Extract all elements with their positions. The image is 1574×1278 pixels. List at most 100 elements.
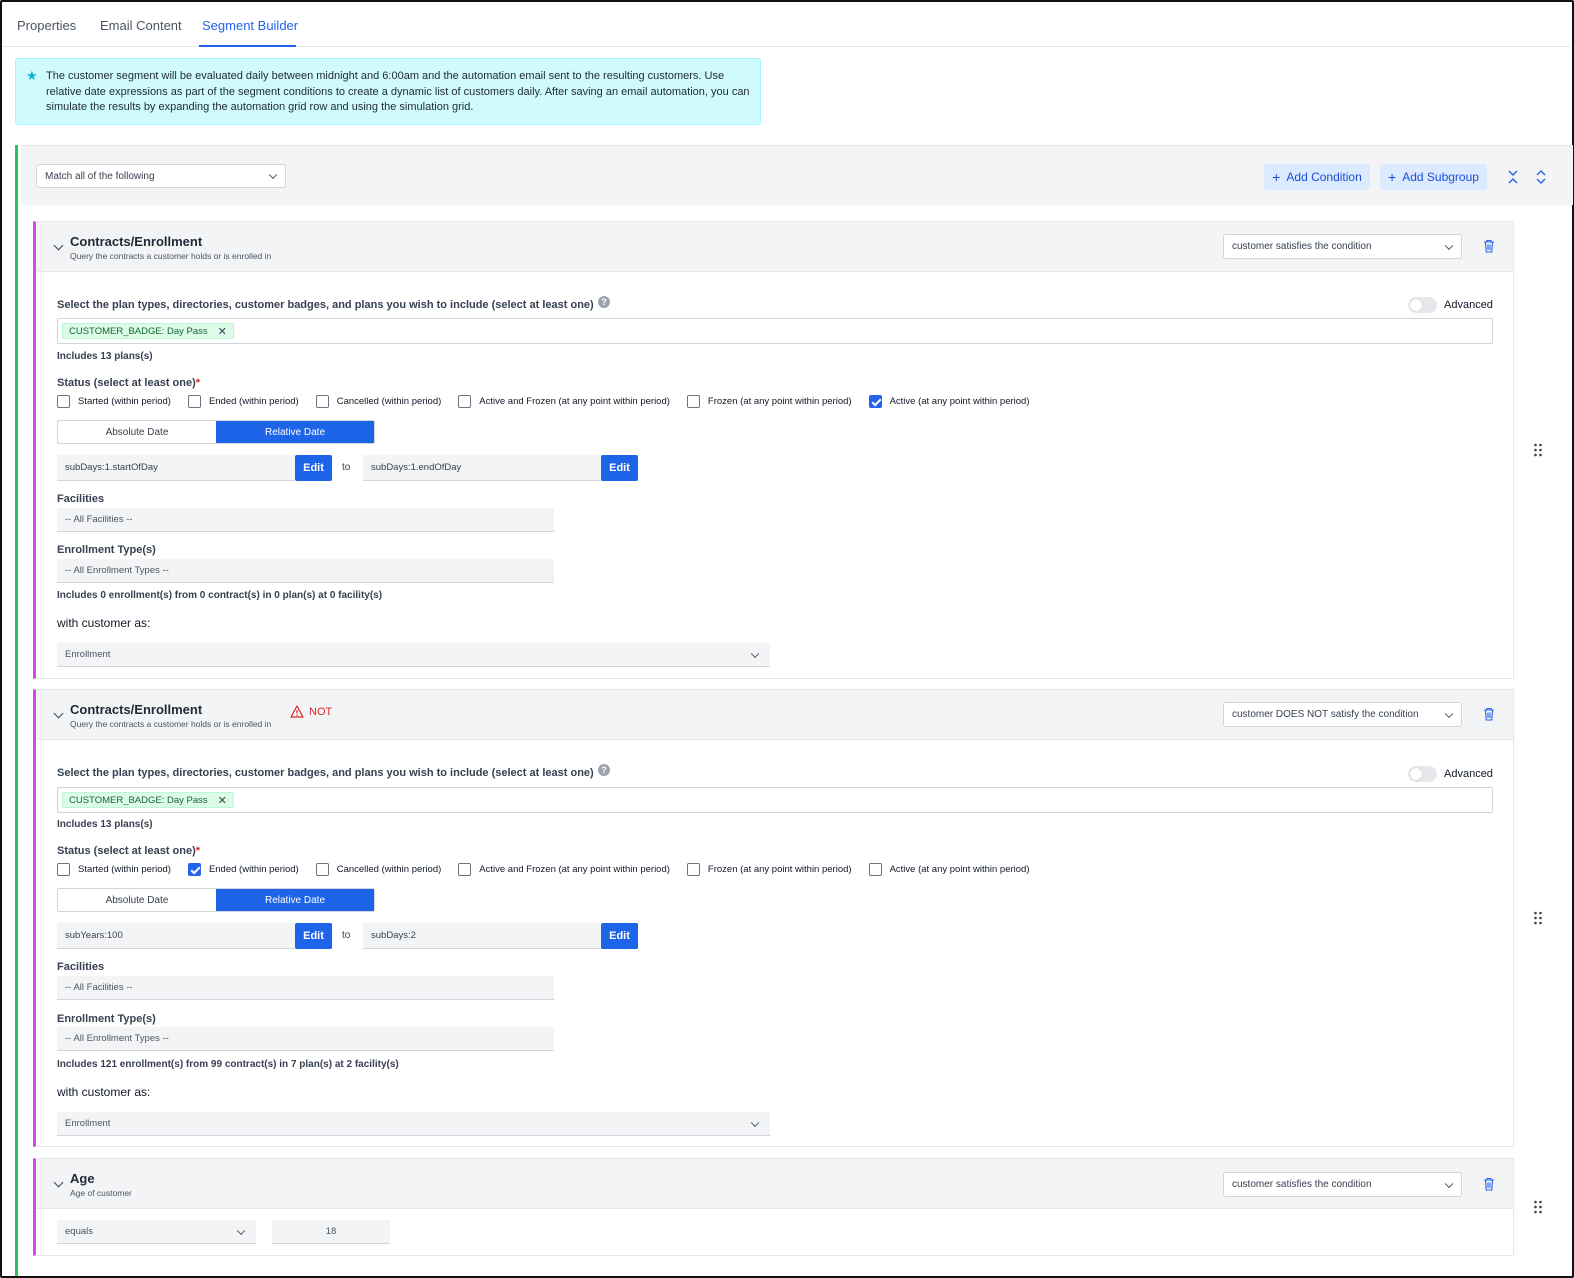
tab-segment-builder[interactable]: Segment Builder <box>202 18 298 33</box>
plan-select-label: Select the plan types, directories, cust… <box>57 767 594 779</box>
condition-card-contracts: Contracts/Enrollment Query the contracts… <box>33 221 1514 679</box>
required-mark: * <box>195 377 201 389</box>
enrollment-types-select[interactable]: -- All Enrollment Types -- <box>57 1027 554 1051</box>
status-label: Status (select at least one)* <box>57 845 200 857</box>
facilities-select[interactable]: -- All Facilities -- <box>57 976 554 1000</box>
chevron-down-icon <box>750 649 760 658</box>
edit-date-to-button[interactable]: Edit <box>601 923 638 949</box>
chevron-down-icon[interactable] <box>53 1177 64 1188</box>
status-started-checkbox[interactable]: Started (within period) <box>57 394 171 408</box>
edit-date-from-button[interactable]: Edit <box>295 455 332 481</box>
plan-tag-input[interactable]: CUSTOMER_BADGE: Day Pass ✕ <box>57 787 1493 813</box>
tab-bar: Properties Email Content Segment Builder <box>2 2 1570 47</box>
status-ended-checkbox[interactable]: Ended (within period) <box>187 862 299 876</box>
date-from-input[interactable]: subYears:100 <box>57 923 295 949</box>
customer-as-select[interactable]: Enrollment <box>57 643 770 667</box>
date-to-input[interactable]: subDays:1.endOfDay <box>363 455 601 481</box>
facilities-select[interactable]: -- All Facilities -- <box>57 508 554 532</box>
advanced-toggle[interactable] <box>1408 766 1437 782</box>
plans-count: Includes 13 plans(s) <box>57 351 153 362</box>
status-frozen-checkbox[interactable]: Frozen (at any point within period) <box>686 862 852 876</box>
plan-tag-label: CUSTOMER_BADGE: Day Pass <box>69 325 208 337</box>
warning-triangle-icon <box>290 705 304 718</box>
condition-mode-select[interactable]: customer satisfies the condition <box>1223 1172 1462 1197</box>
absolute-date-option[interactable]: Absolute Date <box>58 421 216 443</box>
status-frozen-checkbox[interactable]: Frozen (at any point within period) <box>686 394 852 408</box>
condition-title: Contracts/Enrollment <box>70 702 203 717</box>
condition-mode-select[interactable]: customer DOES NOT satisfy the condition <box>1223 702 1462 727</box>
status-cancelled-checkbox[interactable]: Cancelled (within period) <box>315 862 441 876</box>
relative-date-option[interactable]: Relative Date <box>216 421 374 443</box>
status-active-checkbox[interactable]: Active (at any point within period) <box>868 394 1030 408</box>
age-operator-value: equals <box>65 1226 93 1237</box>
trash-icon[interactable] <box>1483 707 1495 721</box>
tab-email-content[interactable]: Email Content <box>100 18 182 33</box>
trash-icon[interactable] <box>1483 1177 1495 1191</box>
not-label: NOT <box>309 705 333 718</box>
status-label-text: Status (select at least one) <box>57 377 196 389</box>
customer-as-value: Enrollment <box>65 649 111 660</box>
age-value-input[interactable]: 18 <box>272 1220 390 1244</box>
status-label: Status (select at least one)* <box>57 377 200 389</box>
enrollment-types-select[interactable]: -- All Enrollment Types -- <box>57 559 554 583</box>
edit-date-to-button[interactable]: Edit <box>601 455 638 481</box>
add-condition-button[interactable]: + Add Condition <box>1264 164 1370 190</box>
advanced-toggle[interactable] <box>1408 297 1437 313</box>
match-select[interactable]: Match all of the following <box>36 164 286 188</box>
help-icon[interactable]: ? <box>598 296 610 308</box>
collapse-all-icon[interactable] <box>1505 168 1521 186</box>
condition-subtitle: Age of customer <box>70 1188 132 1198</box>
date-to-input[interactable]: subDays:2 <box>363 923 601 949</box>
banner-text: The customer segment will be evaluated d… <box>46 70 750 113</box>
absolute-date-option[interactable]: Absolute Date <box>58 889 216 911</box>
enrollment-summary: Includes 121 enrollment(s) from 99 contr… <box>57 1059 399 1070</box>
info-banner: ★ The customer segment will be evaluated… <box>15 58 761 125</box>
plan-select-label: Select the plan types, directories, cust… <box>57 299 594 311</box>
tab-properties[interactable]: Properties <box>17 18 76 33</box>
condition-mode-select[interactable]: customer satisfies the condition <box>1223 234 1462 259</box>
status-started-checkbox[interactable]: Started (within period) <box>57 862 171 876</box>
condition-mode-value: customer DOES NOT satisfy the condition <box>1232 709 1419 720</box>
chevron-down-icon <box>1444 1179 1454 1188</box>
status-cancelled-checkbox[interactable]: Cancelled (within period) <box>315 394 441 408</box>
remove-tag-icon[interactable]: ✕ <box>218 325 227 338</box>
status-active-frozen-checkbox[interactable]: Active and Frozen (at any point within p… <box>458 394 670 408</box>
required-mark: * <box>195 845 201 857</box>
date-mode-toggle: Absolute Date Relative Date <box>57 888 375 912</box>
status-active-checkbox[interactable]: Active (at any point within period) <box>868 862 1030 876</box>
with-customer-as-label: with customer as: <box>57 1085 151 1099</box>
drag-handle-icon[interactable] <box>1533 1200 1543 1214</box>
status-ended-checkbox[interactable]: Ended (within period) <box>187 394 299 408</box>
with-customer-as-label: with customer as: <box>57 616 151 630</box>
help-icon[interactable]: ? <box>598 764 610 776</box>
edit-date-from-button[interactable]: Edit <box>295 923 332 949</box>
chevron-down-icon <box>236 1226 246 1235</box>
status-active-frozen-checkbox[interactable]: Active and Frozen (at any point within p… <box>458 862 670 876</box>
drag-handle-icon[interactable] <box>1533 911 1543 925</box>
expand-all-icon[interactable] <box>1533 168 1549 186</box>
drag-handle-icon[interactable] <box>1533 443 1543 457</box>
condition-card-contracts-not: Contracts/Enrollment Query the contracts… <box>33 689 1514 1147</box>
remove-tag-icon[interactable]: ✕ <box>218 794 227 807</box>
match-select-value: Match all of the following <box>45 170 155 182</box>
condition-card-age: Age Age of customer customer satisfies t… <box>33 1158 1514 1256</box>
relative-date-option[interactable]: Relative Date <box>216 889 374 911</box>
add-subgroup-button[interactable]: + Add Subgroup <box>1380 164 1487 190</box>
chevron-down-icon[interactable] <box>53 708 64 719</box>
add-condition-label: Add Condition <box>1286 170 1362 184</box>
enrollment-summary: Includes 0 enrollment(s) from 0 contract… <box>57 590 383 601</box>
status-checkboxes: Started (within period) Ended (within pe… <box>57 394 1030 408</box>
chevron-down-icon <box>268 170 278 180</box>
plan-tag: CUSTOMER_BADGE: Day Pass ✕ <box>62 323 234 339</box>
customer-as-select[interactable]: Enrollment <box>57 1112 770 1136</box>
enrollment-types-label: Enrollment Type(s) <box>57 1013 156 1025</box>
plan-tag-input[interactable]: CUSTOMER_BADGE: Day Pass ✕ <box>57 318 1493 344</box>
chevron-down-icon[interactable] <box>53 240 64 251</box>
trash-icon[interactable] <box>1483 239 1495 253</box>
advanced-label: Advanced <box>1444 299 1493 311</box>
facilities-label: Facilities <box>57 493 105 505</box>
condition-subtitle: Query the contracts a customer holds or … <box>70 719 272 729</box>
age-operator-select[interactable]: equals <box>57 1220 256 1244</box>
plus-icon: + <box>1272 169 1281 185</box>
date-from-input[interactable]: subDays:1.startOfDay <box>57 455 295 481</box>
